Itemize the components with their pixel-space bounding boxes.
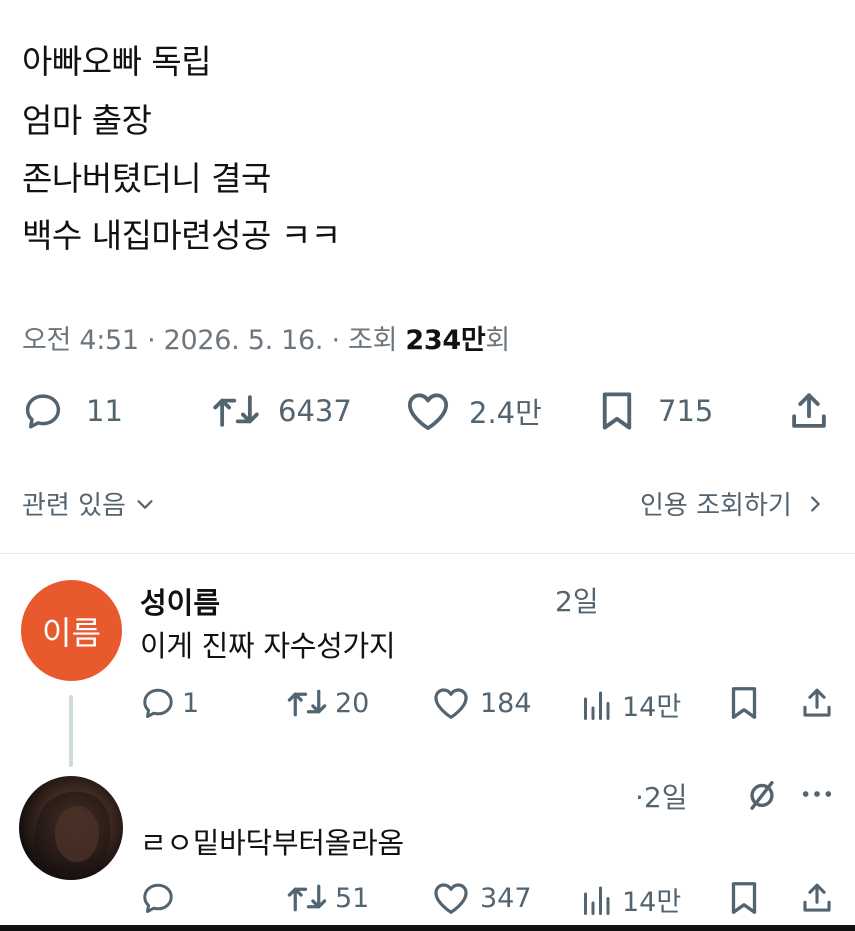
reply-share-button[interactable] <box>800 880 834 916</box>
retweet-count: 6437 <box>278 394 352 428</box>
retweet-count: 20 <box>335 687 370 719</box>
retweet-icon <box>287 884 327 912</box>
like-button[interactable]: 2.4만 <box>405 390 542 432</box>
reply-bookmark-button[interactable] <box>728 880 760 916</box>
divider <box>0 553 855 554</box>
bookmark-icon <box>731 687 757 719</box>
chevron-right-icon <box>810 495 820 512</box>
reply-icon <box>143 688 173 718</box>
tweet-line-4: 백수 내집마련성공 ㅋㅋ <box>22 216 341 255</box>
share-icon <box>792 393 826 428</box>
bookmark-icon <box>602 392 632 430</box>
bottom-edge <box>0 925 855 931</box>
thread-line <box>69 695 73 767</box>
reply-icon <box>25 394 61 429</box>
more-button[interactable] <box>800 780 834 812</box>
reply-time[interactable]: 2일 <box>555 580 599 620</box>
reply-icon <box>143 883 173 913</box>
like-count: 2.4만 <box>469 396 542 430</box>
retweet-icon <box>287 689 327 717</box>
bookmark-count: 715 <box>658 394 714 428</box>
view-count[interactable]: 234만 <box>405 325 485 356</box>
reply-reply-button[interactable]: 1 <box>140 685 199 721</box>
tweet-line-3: 존나버텼더니 결국 <box>22 159 271 198</box>
related-label: 관련 있음 <box>22 491 126 521</box>
reply-count: 1 <box>182 687 200 719</box>
share-icon <box>803 883 831 912</box>
avatar-text: 이름 <box>42 613 101 652</box>
reply-button[interactable]: 11 <box>22 390 123 432</box>
grok-icon <box>750 780 774 810</box>
tweet-line-2: 엄마 출장 <box>22 101 152 140</box>
grok-button[interactable] <box>745 776 779 816</box>
views-icon <box>584 886 610 915</box>
reply-count: 11 <box>86 394 123 428</box>
retweet-icon <box>213 395 259 427</box>
like-count: 347 <box>480 882 532 914</box>
reply-time[interactable]: ·2일 <box>635 776 687 816</box>
bookmark-button[interactable]: 715 <box>598 390 713 432</box>
retweet-button[interactable]: 6437 <box>210 390 352 432</box>
reply-bookmark-button[interactable] <box>728 685 760 721</box>
quote-views-label: 인용 조회하기 <box>640 491 792 521</box>
avatar-photo[interactable] <box>19 776 123 880</box>
avatar[interactable]: 이름 <box>21 580 122 681</box>
avatar-face <box>33 791 111 880</box>
reply-text: 이게 진짜 자수성가지 <box>140 629 396 663</box>
reply-views-button[interactable]: 14만 <box>580 685 681 724</box>
reply-share-button[interactable] <box>800 685 834 721</box>
reply-author-name[interactable]: 성이름 <box>140 580 220 622</box>
more-icon <box>802 791 832 797</box>
heart-icon <box>407 393 449 431</box>
bookmark-icon <box>731 882 757 914</box>
quote-views-link[interactable]: 인용 조회하기 <box>640 485 826 522</box>
reply-text: ㄹㅇ밑바닥부터올라옴 <box>140 826 404 860</box>
share-button[interactable] <box>788 390 830 432</box>
heart-icon <box>434 688 468 719</box>
tweet-line-1: 아빠오빠 독립 <box>22 42 212 81</box>
reply-retweet-button[interactable]: 20 <box>285 685 369 721</box>
heart-icon <box>434 883 468 914</box>
reply-like-button[interactable]: 184 <box>432 685 532 721</box>
reply-like-button[interactable]: 347 <box>432 880 532 916</box>
view-count-suffix: 회 <box>485 325 510 356</box>
tweet-meta: 오전 4:51 · 2026. 5. 16. · 조회 234만회 <box>22 318 510 357</box>
reply-reply-button[interactable] <box>140 880 176 916</box>
views-icon <box>584 691 610 720</box>
related-dropdown[interactable]: 관련 있음 <box>22 485 156 522</box>
chevron-down-icon <box>137 499 153 509</box>
reply-views-button[interactable]: 14만 <box>580 880 681 919</box>
like-count: 184 <box>480 687 532 719</box>
views-count: 14만 <box>622 887 682 918</box>
views-count: 14만 <box>622 692 682 723</box>
tweet-timestamp: 오전 4:51 · 2026. 5. 16. · 조회 <box>22 325 406 356</box>
share-icon <box>803 688 831 717</box>
reply-retweet-button[interactable]: 51 <box>285 880 369 916</box>
retweet-count: 51 <box>335 882 370 914</box>
